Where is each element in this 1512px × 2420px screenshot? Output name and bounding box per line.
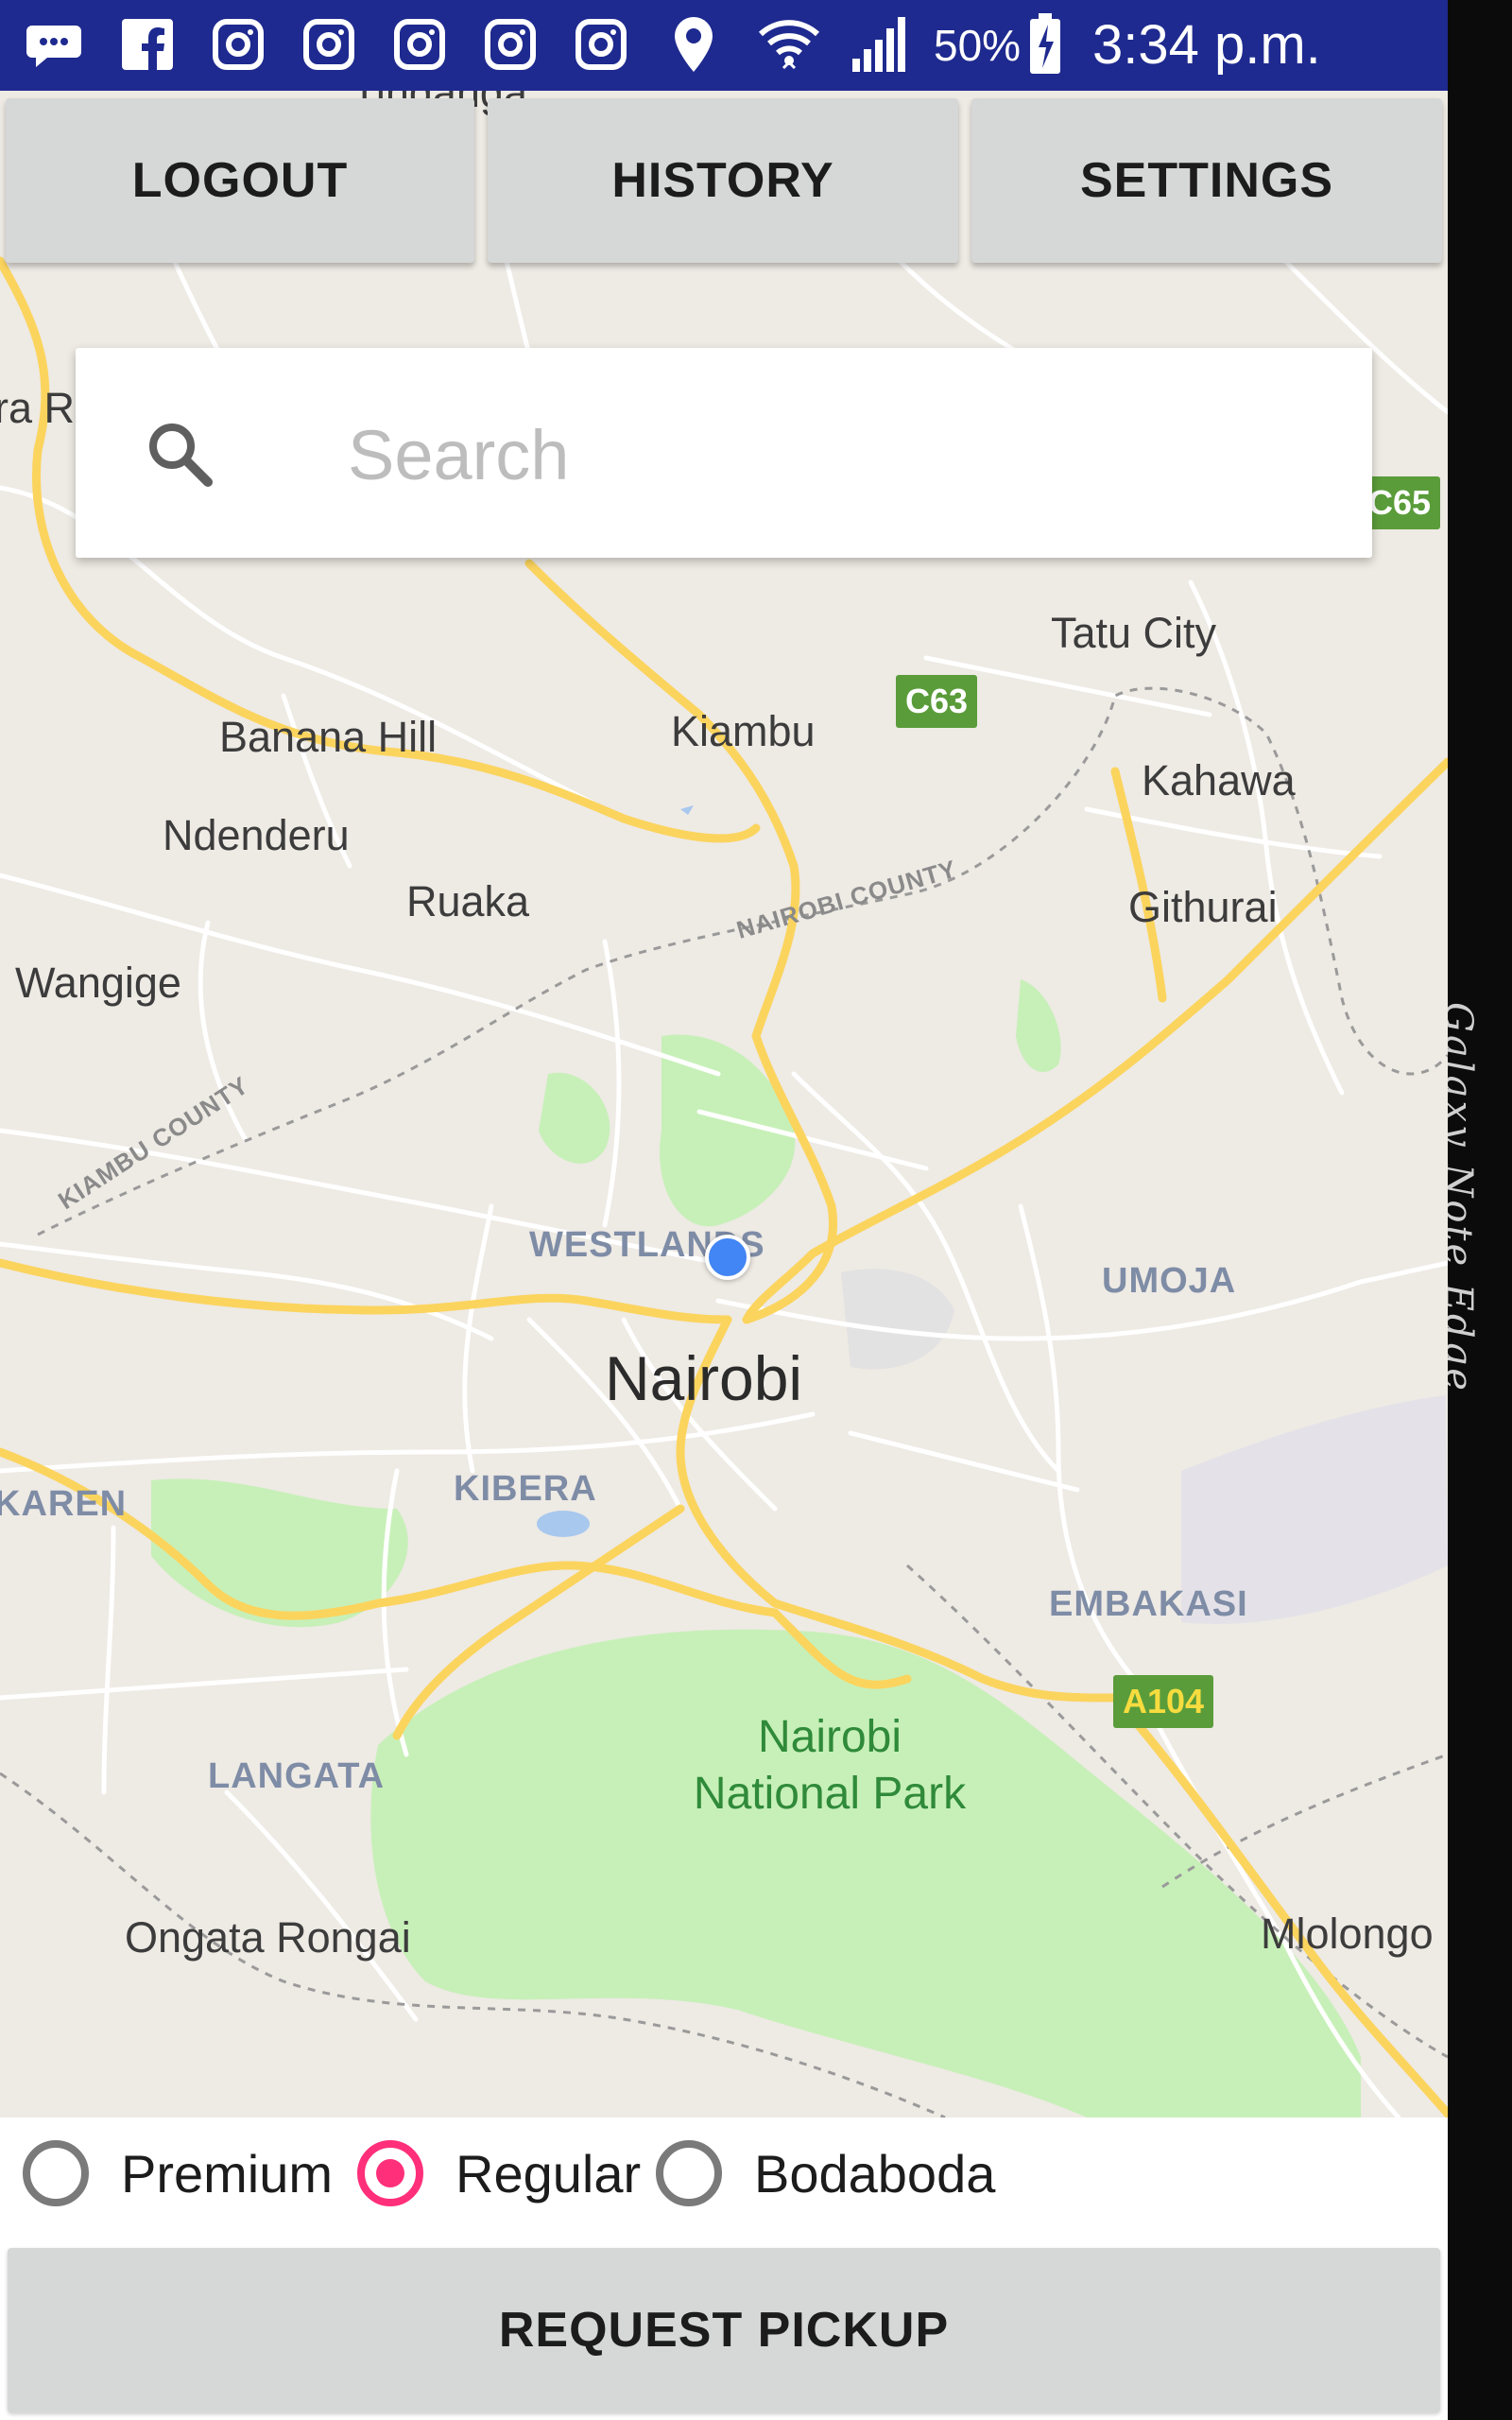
map-place-label: Wangige xyxy=(15,959,181,1007)
map-place-label: Mlolongo xyxy=(1261,1910,1434,1958)
water-body xyxy=(537,1511,590,1537)
radio-regular[interactable] xyxy=(357,2140,423,2206)
industrial-area xyxy=(841,1269,954,1370)
instagram-icon xyxy=(573,13,629,76)
instagram-icon xyxy=(391,13,448,76)
route-shield: C63 xyxy=(896,675,978,728)
signal-icon xyxy=(847,13,913,76)
search-input[interactable] xyxy=(346,406,1295,503)
radio-label-premium[interactable]: Premium xyxy=(121,2144,333,2204)
radio-premium[interactable] xyxy=(23,2140,89,2206)
logout-button[interactable]: LOGOUT xyxy=(6,98,474,263)
settings-button[interactable]: SETTINGS xyxy=(971,98,1442,263)
battery-charging-icon xyxy=(1026,13,1064,76)
park-area xyxy=(539,1072,610,1164)
map-place-label: Ndenderu xyxy=(163,811,350,859)
park-area xyxy=(1016,979,1061,1073)
instagram-icon xyxy=(210,13,266,76)
my-location-dot[interactable] xyxy=(705,1235,750,1280)
map-park-label-line: Nairobi xyxy=(757,1712,902,1762)
wifi-icon xyxy=(756,13,822,76)
facebook-icon xyxy=(119,13,176,76)
map-place-label: Githurai xyxy=(1128,883,1278,931)
clock: 3:34 p.m. xyxy=(1092,14,1321,76)
map-place-label: ra R xyxy=(0,384,76,432)
water-body xyxy=(680,805,694,815)
radio-label-bodaboda[interactable]: Bodaboda xyxy=(754,2144,995,2204)
history-button[interactable]: HISTORY xyxy=(488,98,958,263)
instagram-icon xyxy=(301,13,357,76)
radio-label-regular[interactable]: Regular xyxy=(455,2144,641,2204)
map-district-label: UMOJA xyxy=(1102,1261,1237,1301)
messages-icon xyxy=(23,13,85,76)
map-place-label: Ruaka xyxy=(406,877,530,925)
location-icon xyxy=(667,13,720,76)
search-icon[interactable] xyxy=(142,416,217,492)
map-district-label: LANGATA xyxy=(208,1756,386,1796)
route-shield: A104 xyxy=(1113,1675,1214,1728)
map-park-label: Nairobi National Park xyxy=(679,1709,981,1823)
map-district-label: KIBERA xyxy=(454,1469,597,1509)
map-city-label: Nairobi xyxy=(605,1343,803,1413)
status-bar: 50% 3:34 p.m. xyxy=(0,0,1448,91)
request-pickup-button[interactable]: REQUEST PICKUP xyxy=(8,2248,1440,2412)
battery-percent: 50% xyxy=(934,21,1022,70)
map-place-label: Ongata Rongai xyxy=(125,1913,411,1962)
map-park-label-line: National Park xyxy=(693,1769,967,1819)
map-place-label: Kiambu xyxy=(671,707,816,755)
map-place-label: Banana Hill xyxy=(219,713,438,761)
map-district-label: EMBAKASI xyxy=(1049,1584,1248,1624)
radio-bodaboda[interactable] xyxy=(656,2140,722,2206)
map-place-label: Tatu City xyxy=(1051,609,1217,657)
map-place-label: Kahawa xyxy=(1142,756,1296,804)
instagram-icon xyxy=(482,13,539,76)
map-district-label: KAREN xyxy=(0,1484,128,1524)
